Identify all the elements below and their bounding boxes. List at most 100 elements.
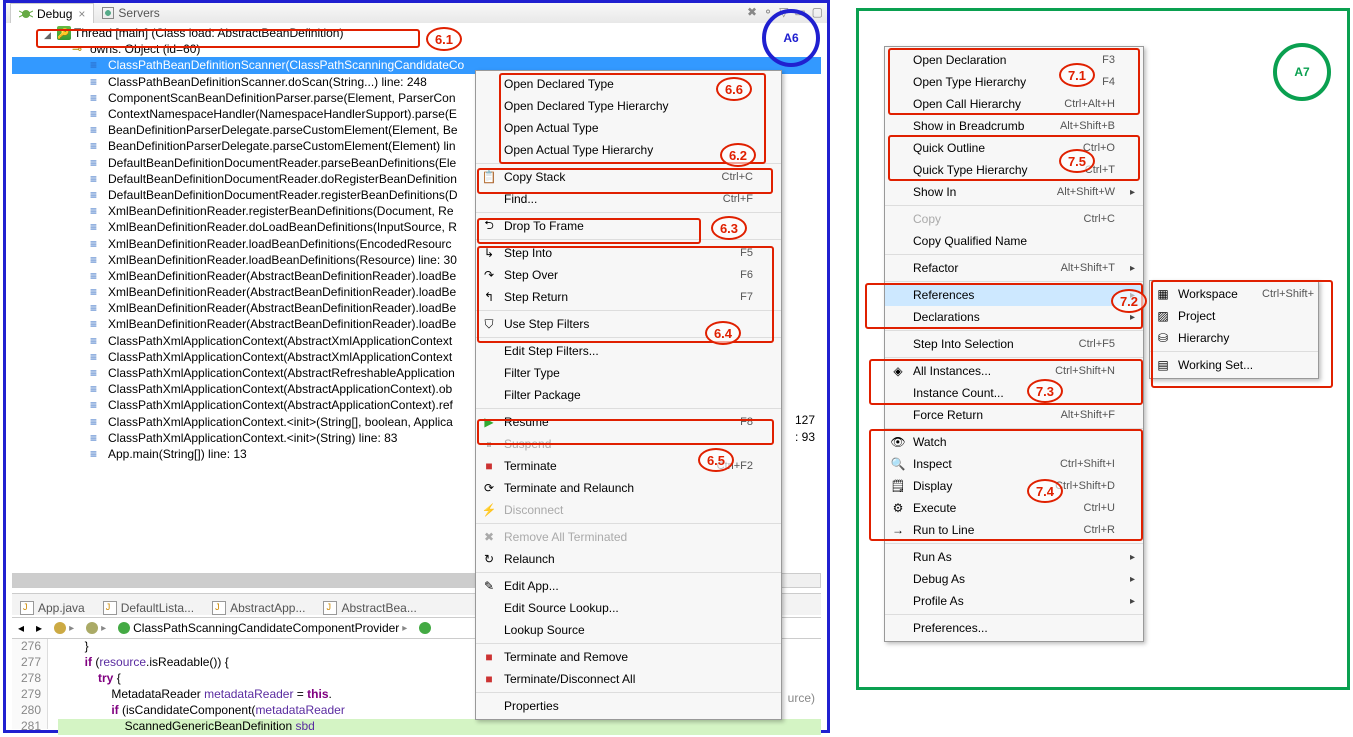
project-icon: ▨ [1155,308,1171,324]
stack-frame-icon [90,382,104,396]
menu-quick-outline[interactable]: Quick OutlineCtrl+O [885,137,1143,159]
menu-terminate-disconnect-all[interactable]: ■Terminate/Disconnect All [476,668,781,690]
menu-copy-qualified[interactable]: Copy Qualified Name [885,230,1143,252]
menu-step-return[interactable]: ↰Step ReturnF7 [476,286,781,308]
stack-frame-icon [90,172,104,186]
editor-tab[interactable]: App.java [20,601,85,615]
menu-profile-as[interactable]: Profile As [885,590,1143,612]
terminate-icon: ■ [481,458,497,474]
menu-open-declared-hier[interactable]: Open Declared Type Hierarchy [476,95,781,117]
thread-row[interactable]: Thread [main] (Class load: AbstractBeanD… [12,25,821,41]
menu-edit-source-lookup[interactable]: Edit Source Lookup... [476,597,781,619]
menu-preferences[interactable]: Preferences... [885,617,1143,639]
stack-frame-icon [90,334,104,348]
menu-instance-count[interactable]: Instance Count... [885,382,1143,404]
stack-frame-icon [90,415,104,429]
menu-run-to-line[interactable]: →Run to LineCtrl+R [885,519,1143,541]
menu-use-step-filters[interactable]: ⛉Use Step Filters [476,313,781,335]
menu-working-set[interactable]: ▤Working Set... [1150,354,1318,376]
menu-terminate[interactable]: ■TerminateCtrl+F2 [476,455,781,477]
menu-relaunch[interactable]: ↻Relaunch [476,548,781,570]
menu-drop-to-frame[interactable]: ⮌Drop To Frame [476,215,781,237]
menu-open-type-hier[interactable]: Open Type HierarchyF4 [885,71,1143,93]
stack-frame-label: XmlBeanDefinitionReader(AbstractBeanDefi… [108,317,456,331]
menu-edit-app[interactable]: ✎Edit App... [476,575,781,597]
menu-debug-as[interactable]: Debug As [885,568,1143,590]
java-file-icon [20,601,34,615]
menu-open-actual-hier[interactable]: Open Actual Type Hierarchy [476,139,781,161]
thread-icon [57,26,71,40]
menu-step-into-sel[interactable]: Step Into SelectionCtrl+F5 [885,333,1143,355]
menu-force-return[interactable]: Force ReturnAlt+Shift+F [885,404,1143,426]
editor-tab[interactable]: DefaultLista... [103,601,194,615]
view-toolbar: ✖ ⚬ ▽ ▭ ▢ [747,5,823,19]
drop-frame-icon: ⮌ [481,218,497,234]
menu-step-over[interactable]: ↷Step OverF6 [476,264,781,286]
menu-terminate-relaunch[interactable]: ⟳Terminate and Relaunch [476,477,781,499]
working-set-icon: ▤ [1155,357,1171,373]
menu-watch[interactable]: 👁Watch [885,431,1143,453]
expander-icon[interactable] [44,28,55,39]
menu-hierarchy[interactable]: ⛁Hierarchy [1150,327,1318,349]
stack-frame-icon [90,237,104,251]
stack-context-menu: Open Declared Type Open Declared Type Hi… [475,70,782,720]
menu-declarations[interactable]: Declarations [885,306,1143,328]
menu-properties[interactable]: Properties [476,695,781,717]
tab-debug[interactable]: Debug [10,3,94,23]
menu-open-declared-type[interactable]: Open Declared Type [476,73,781,95]
menu-open-call-hier[interactable]: Open Call HierarchyCtrl+Alt+H [885,93,1143,115]
bug-icon [19,9,33,19]
stack-frame-label: ClassPathXmlApplicationContext(AbstractX… [108,334,452,348]
menu-display[interactable]: 🗒DisplayCtrl+Shift+D [885,475,1143,497]
minimize-icon[interactable]: ▭ [794,5,805,19]
hierarchy-icon: ⛁ [1155,330,1171,346]
thread-label: Thread [main] (Class load: AbstractBeanD… [74,26,343,40]
stack-frame-icon [90,123,104,137]
owns-label: owns: Object (id=60) [90,42,200,56]
menu-edit-step-filters[interactable]: Edit Step Filters... [476,340,781,362]
menu-execute[interactable]: ⚙ExecuteCtrl+U [885,497,1143,519]
stack-frame-label: XmlBeanDefinitionReader.registerBeanDefi… [108,204,454,218]
back-icon[interactable]: ◂ [18,621,24,635]
menu-project[interactable]: ▨Project [1150,305,1318,327]
menu-find[interactable]: Find...Ctrl+F [476,188,781,210]
menu-icon[interactable]: ▽ [779,5,788,19]
breakpoint-icon[interactable]: ⚬ [763,5,773,19]
remove-all-icon: ✖ [481,529,497,545]
tab-servers[interactable]: Servers [94,3,167,23]
menu-refactor[interactable]: RefactorAlt+Shift+T [885,257,1143,279]
menu-filter-package[interactable]: Filter Package [476,384,781,406]
stack-frame-label: ClassPathXmlApplicationContext.<init>(St… [108,431,397,445]
menu-references[interactable]: References [885,284,1143,306]
editor-tab[interactable]: AbstractApp... [212,601,305,615]
panel-a6: Debug Servers ✖ ⚬ ▽ ▭ ▢ Thread [main] (C… [3,0,830,733]
maximize-icon[interactable]: ▢ [812,5,823,19]
menu-terminate-remove[interactable]: ■Terminate and Remove [476,646,781,668]
menu-inspect[interactable]: 🔍InspectCtrl+Shift+I [885,453,1143,475]
menu-open-declaration[interactable]: Open DeclarationF3 [885,49,1143,71]
disconnect-icon: ⚡ [481,502,497,518]
fwd-icon[interactable]: ▸ [36,621,42,635]
menu-workspace[interactable]: ▦WorkspaceCtrl+Shift+ [1150,283,1318,305]
instances-icon: ◈ [890,363,906,379]
menu-lookup-source[interactable]: Lookup Source [476,619,781,641]
breadcrumb-class[interactable]: ClassPathScanningCandidateComponentProvi… [133,621,399,635]
owns-row[interactable]: owns: Object (id=60) [12,41,821,57]
stack-frame-label: XmlBeanDefinitionReader(AbstractBeanDefi… [108,285,456,299]
editor-tab[interactable]: AbstractBea... [323,601,416,615]
menu-quick-type-hier[interactable]: Quick Type HierarchyCtrl+T [885,159,1143,181]
menu-run-as[interactable]: Run As [885,546,1143,568]
jar-icon [86,622,98,634]
panel-a7: Open DeclarationF3 Open Type HierarchyF4… [856,8,1350,690]
menu-copy-stack[interactable]: 📋Copy StackCtrl+C [476,166,781,188]
menu-show-in[interactable]: Show InAlt+Shift+W [885,181,1143,203]
remove-icon[interactable]: ✖ [747,5,757,19]
menu-all-instances[interactable]: ◈All Instances...Ctrl+Shift+N [885,360,1143,382]
menu-open-actual-type[interactable]: Open Actual Type [476,117,781,139]
editor-context-menu: Open DeclarationF3 Open Type HierarchyF4… [884,46,1144,642]
menu-step-into[interactable]: ↳Step IntoF5 [476,242,781,264]
close-icon[interactable] [72,7,85,21]
menu-resume[interactable]: ▶ResumeF8 [476,411,781,433]
menu-show-breadcrumb[interactable]: Show in BreadcrumbAlt+Shift+B [885,115,1143,137]
menu-filter-type[interactable]: Filter Type [476,362,781,384]
